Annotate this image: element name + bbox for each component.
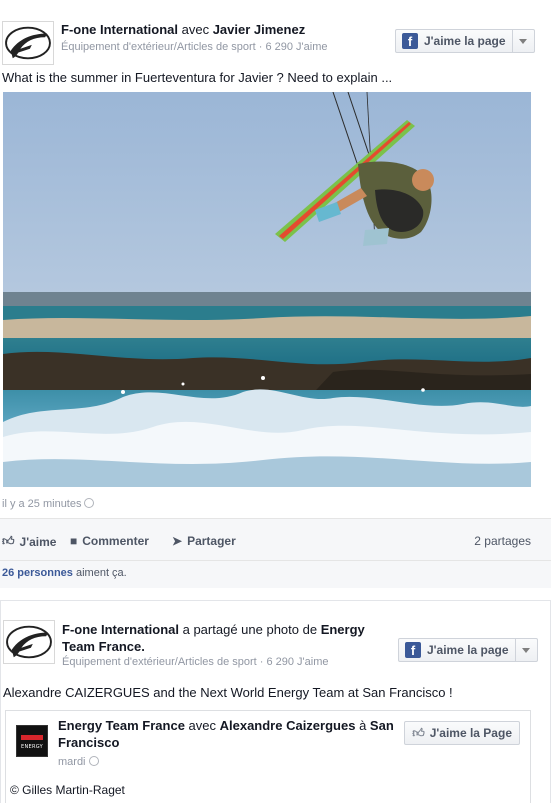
timestamp-text: il y a 25 minutes bbox=[2, 498, 82, 510]
like-page-button[interactable]: f J'aime la page bbox=[398, 638, 538, 662]
shares-count[interactable]: 2 partages bbox=[474, 534, 531, 548]
with-text: avec bbox=[178, 22, 213, 37]
f-one-logo-icon[interactable] bbox=[2, 21, 54, 65]
like-page-label: J'aime la Page bbox=[429, 726, 512, 740]
shared-end: . bbox=[141, 639, 145, 654]
page-name-link[interactable]: F-one International bbox=[62, 622, 179, 637]
post-header: F-one International a partagé une photo … bbox=[62, 621, 392, 655]
globe-icon bbox=[84, 498, 95, 508]
share-arrow-icon: ➤ bbox=[172, 534, 183, 548]
like-action[interactable]: 👍︎ J'aime bbox=[2, 534, 56, 549]
photo-credit: © Gilles Martin-Raget bbox=[10, 783, 125, 797]
shared-from-link-2[interactable]: Team France bbox=[62, 639, 141, 654]
tagged-person-link[interactable]: Javier Jimenez bbox=[213, 22, 306, 37]
feed-post: F-one International a partagé une photo … bbox=[0, 600, 551, 803]
post-actions-bar: 👍︎ J'aime ■ Commenter ➤ Partager 2 partages bbox=[0, 518, 551, 560]
like-page-button[interactable]: f J'aime la page bbox=[395, 29, 535, 53]
like-page-button[interactable]: 👍︎ J'aime la Page bbox=[404, 721, 520, 745]
globe-icon bbox=[88, 756, 99, 766]
page-name-link[interactable]: F-one International bbox=[61, 22, 178, 37]
feed-post: F-one International avec Javier Jimenez … bbox=[0, 0, 551, 590]
post-timestamp[interactable]: il y a 25 minutes bbox=[2, 498, 95, 510]
post-photo[interactable] bbox=[3, 92, 531, 487]
share-label: Partager bbox=[187, 534, 236, 548]
f-one-logo-icon[interactable] bbox=[3, 620, 55, 664]
page-category: Équipement d'extérieur/Articles de sport… bbox=[62, 656, 329, 668]
logo-text: ENERGY bbox=[20, 744, 43, 750]
shared-text: a partagé une photo de bbox=[179, 622, 321, 637]
facebook-icon: f bbox=[402, 33, 418, 49]
thumbs-up-icon: 👍︎ bbox=[2, 534, 15, 548]
comment-action[interactable]: ■ Commenter bbox=[70, 534, 149, 548]
post-header: F-one International avec Javier Jimenez bbox=[61, 22, 305, 37]
facebook-icon: f bbox=[405, 642, 421, 658]
thumbs-up-icon: 👍︎ bbox=[412, 725, 425, 740]
shared-card-header: Energy Team France avec Alexandre Caizer… bbox=[58, 717, 398, 751]
share-action[interactable]: ➤ Partager bbox=[172, 534, 236, 548]
shared-card-date[interactable]: mardi bbox=[58, 756, 99, 768]
comment-icon: ■ bbox=[70, 534, 78, 548]
like-page-label: J'aime la page bbox=[427, 643, 509, 657]
shared-post-card[interactable]: ENERGY Energy Team France avec Alexandre… bbox=[5, 710, 531, 803]
shared-from-link[interactable]: Energy bbox=[321, 622, 365, 637]
post-message: What is the summer in Fuerteventura for … bbox=[2, 70, 393, 85]
likes-summary: 26 personnes aiment ça. bbox=[0, 560, 551, 588]
post-message: Alexandre CAIZERGUES and the Next World … bbox=[3, 685, 453, 700]
likes-count-link[interactable]: 26 personnes bbox=[2, 567, 73, 579]
chevron-down-icon[interactable] bbox=[511, 30, 534, 52]
page-category: Équipement d'extérieur/Articles de sport… bbox=[61, 41, 328, 53]
tagged-person-link[interactable]: Alexandre Caizergues bbox=[220, 718, 356, 733]
chevron-down-icon[interactable] bbox=[514, 639, 537, 661]
author-link[interactable]: Energy Team France bbox=[58, 718, 185, 733]
with-text: avec bbox=[184, 718, 220, 733]
comment-label: Commenter bbox=[82, 534, 149, 548]
like-label: J'aime bbox=[19, 534, 57, 549]
at-text: à bbox=[355, 718, 370, 733]
like-page-label: J'aime la page bbox=[424, 34, 506, 48]
date-text: mardi bbox=[58, 756, 86, 768]
energy-team-logo[interactable]: ENERGY bbox=[16, 725, 48, 757]
likes-suffix: aiment ça. bbox=[72, 567, 127, 579]
